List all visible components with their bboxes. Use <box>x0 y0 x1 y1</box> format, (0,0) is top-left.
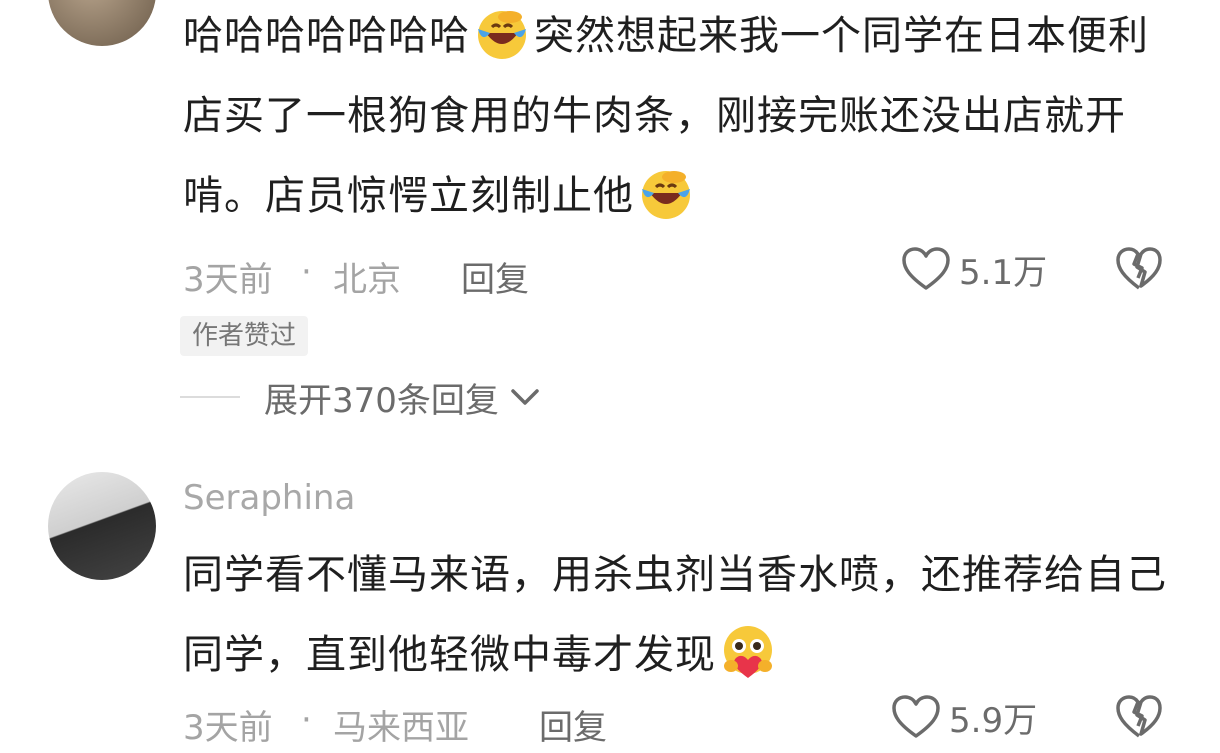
meta-separator: · <box>301 252 312 292</box>
like-button[interactable]: 5.9万 <box>891 694 1038 741</box>
laugh-cry-emoji-icon <box>642 171 690 219</box>
heart-outline-icon <box>902 247 950 290</box>
avatar[interactable] <box>48 0 156 46</box>
heart-outline-icon <box>892 695 940 738</box>
like-count: 5.9万 <box>949 700 1038 741</box>
like-count: 5.1万 <box>959 252 1048 293</box>
broken-heart-icon[interactable] <box>1115 694 1163 740</box>
laugh-cry-emoji-icon <box>478 11 526 59</box>
comment-meta: 3天前 · 马来西亚 回复 5.9万 <box>183 695 1163 749</box>
comment-meta: 3天前 · 北京 回复 5.1万 <box>183 247 1163 301</box>
username[interactable]: Seraphina <box>183 478 355 518</box>
comment-text: 哈哈哈哈哈哈哈 突然想起来我一个同学在日本便利店买了一根狗食用的牛肉条，刚接完账还… <box>183 0 1173 236</box>
comment-time: 3天前 <box>183 708 273 748</box>
comment-text-part: 哈哈哈哈哈哈哈 <box>183 13 470 59</box>
like-button[interactable]: 5.1万 <box>901 246 1048 293</box>
meta-separator: · <box>301 700 312 740</box>
reply-button[interactable]: 回复 <box>461 252 529 301</box>
expand-replies-label: 展开370条回复 <box>264 380 499 421</box>
comment-time: 3天前 <box>183 260 273 300</box>
comment-location: 北京 <box>333 260 401 300</box>
author-liked-badge: 作者赞过 <box>180 316 309 356</box>
comment-text-part: 同学看不懂马来语，用杀虫剂当香水喷，还推荐给自己同学，直到他轻微中毒才发现 <box>183 552 1167 678</box>
avatar[interactable] <box>48 472 156 580</box>
chevron-down-icon <box>511 389 539 405</box>
divider <box>180 396 240 398</box>
reply-button[interactable]: 回复 <box>539 700 607 749</box>
broken-heart-icon[interactable] <box>1115 246 1163 292</box>
comment-location: 马来西亚 <box>333 708 469 748</box>
comment-text: 同学看不懂马来语，用杀虫剂当香水喷，还推荐给自己同学，直到他轻微中毒才发现 <box>183 535 1173 695</box>
heart-hug-emoji-icon <box>724 626 772 678</box>
expand-replies-button[interactable]: 展开370条回复 <box>180 374 541 421</box>
